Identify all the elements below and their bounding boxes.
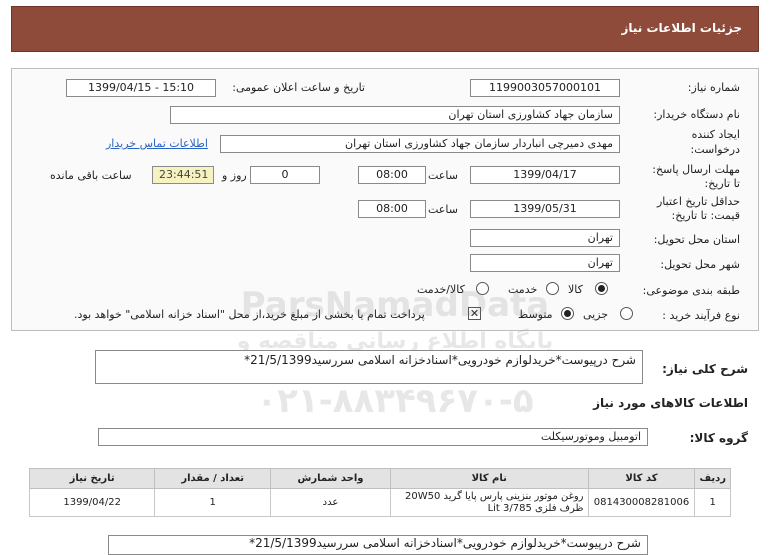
buyer-org-field: سازمان جهاد کشاورزی استان تهران: [170, 106, 620, 124]
days-label: روز و: [222, 169, 247, 182]
deadline-time-field: 08:00: [358, 166, 426, 184]
goods-group-label: گروه کالا:: [689, 431, 748, 445]
days-remaining-field: 0: [250, 166, 320, 184]
cell-code: 081430008281006: [587, 488, 696, 517]
requester-label-2: درخواست:: [690, 143, 740, 156]
cell-name: روغن موتور بنزینی پارس پایا گرید 20W50 ظ…: [389, 488, 589, 517]
deadline-label-2: تا تاریخ:: [704, 177, 740, 190]
validity-time-field: 08:00: [358, 200, 426, 218]
col-date: تاریخ نیاز: [28, 468, 156, 489]
description-label: شرح کلی نیاز:: [662, 362, 748, 376]
col-unit: واحد شمارش: [270, 468, 391, 489]
announce-field: 1399/04/15 - 15:10: [66, 79, 216, 97]
city-label: شهر محل تحویل:: [660, 258, 740, 271]
validity-date-field: 1399/05/31: [470, 200, 620, 218]
remaining-label: ساعت باقی مانده: [50, 169, 132, 182]
goods-description-field: شرح درپیوست*خریدلوازم خودرویی*اسنادخزانه…: [108, 535, 648, 555]
table-row: 1 081430008281006 روغن موتور بنزینی پارس…: [28, 488, 731, 517]
page-title: جزئیات اطلاعات نیاز: [621, 21, 742, 35]
contact-buyer-link[interactable]: اطلاعات تماس خریدار: [106, 137, 208, 150]
category-goods-label: کالا: [568, 283, 583, 296]
page-header: جزئیات اطلاعات نیاز: [11, 6, 759, 52]
treasury-payment-checkbox[interactable]: ✕: [468, 307, 481, 320]
process-label: نوع فرآیند خرید :: [662, 309, 740, 322]
province-field: تهران: [470, 229, 620, 247]
cell-date: 1399/04/22: [28, 488, 156, 517]
goods-table-header: ردیف کد کالا نام کالا واحد شمارش تعداد /…: [28, 468, 731, 489]
province-label: استان محل تحویل:: [653, 233, 740, 246]
category-service-label: خدمت: [508, 283, 538, 296]
requester-label-1: ایجاد کننده: [691, 128, 740, 141]
announce-label: تاریخ و ساعت اعلان عمومی:: [232, 81, 365, 94]
process-partial-radio[interactable]: [620, 307, 633, 320]
requester-field: مهدی دمیرچی انباردار سازمان جهاد کشاورزی…: [220, 135, 620, 153]
col-code: کد کالا: [587, 468, 696, 489]
col-name: نام کالا: [389, 468, 589, 489]
goods-group-field: اتومبیل وموتورسیکلت: [98, 428, 648, 446]
process-partial-label: جزیی: [583, 308, 609, 321]
deadline-date-field: 1399/04/17: [470, 166, 620, 184]
goods-table: ردیف کد کالا نام کالا واحد شمارش تعداد /…: [28, 468, 731, 517]
validity-label-1: حداقل تاریخ اعتبار: [656, 195, 740, 208]
category-both-label: کالا/خدمت: [417, 283, 465, 296]
countdown-field: 23:44:51: [152, 166, 214, 184]
category-goods-radio[interactable]: [595, 282, 608, 295]
watermark-phone: ۰۲۱-۸۸۳۴۹۶۷۰-۵: [256, 381, 534, 421]
validity-time-label: ساعت: [428, 203, 458, 216]
cell-unit: عدد: [270, 488, 391, 517]
goods-section-title: اطلاعات کالاهای مورد نیاز: [593, 396, 748, 410]
process-medium-radio[interactable]: [561, 307, 574, 320]
treasury-payment-note: پرداخت تمام یا بخشی از مبلغ خرید،از محل …: [74, 308, 425, 321]
col-row: ردیف: [694, 468, 731, 489]
deadline-label-1: مهلت ارسال پاسخ:: [652, 163, 740, 176]
need-number-field: 1199003057000101: [470, 79, 620, 97]
need-number-label: شماره نیاز:: [687, 81, 740, 94]
category-label: طبقه بندی موضوعی:: [642, 284, 740, 297]
buyer-org-label: نام دستگاه خریدار:: [653, 108, 740, 121]
deadline-time-label: ساعت: [428, 169, 458, 182]
category-both-radio[interactable]: [476, 282, 489, 295]
cell-qty: 1: [154, 488, 272, 517]
col-qty: تعداد / مقدار: [154, 468, 272, 489]
process-medium-label: متوسط: [518, 308, 553, 321]
category-service-radio[interactable]: [546, 282, 559, 295]
cell-row: 1: [694, 488, 731, 517]
validity-label-2: قیمت: تا تاریخ:: [671, 209, 740, 222]
city-field: تهران: [470, 254, 620, 272]
description-field: شرح درپیوست*خریدلوازم خودرویی*اسنادخزانه…: [95, 350, 643, 384]
